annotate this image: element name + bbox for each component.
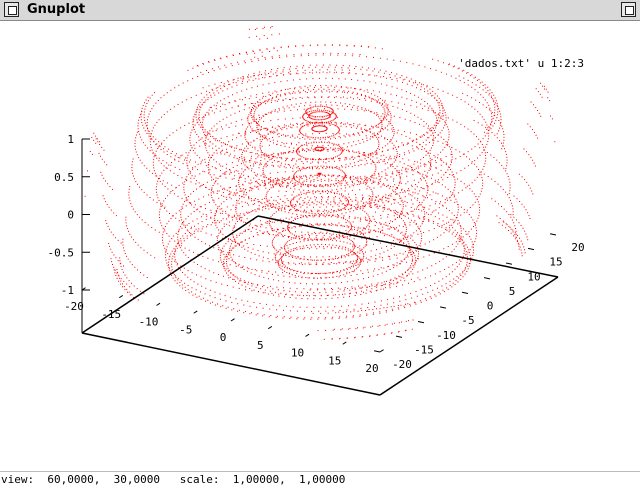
y-tick-mark <box>505 262 513 265</box>
x-tick-mark <box>193 310 198 314</box>
x-tick-label: -10 <box>139 316 159 329</box>
x-tick-mark <box>118 294 124 299</box>
legend-label: 'dados.txt' u 1:2:3 <box>458 57 584 70</box>
z-tick-label: -0.5 <box>48 246 75 259</box>
x-tick-label: 15 <box>328 354 341 367</box>
window-title: Gnuplot <box>27 2 86 17</box>
x-tick-label: 5 <box>257 339 264 352</box>
y-tick-mark <box>483 277 491 280</box>
y-tick-mark <box>395 335 403 338</box>
y-tick-label: 10 <box>527 270 540 283</box>
x-tick-mark <box>305 333 310 337</box>
y-tick-label: -20 <box>392 358 412 371</box>
y-tick-mark <box>417 321 425 324</box>
y-tick-label: -15 <box>414 343 434 356</box>
z-tick-label: 0 <box>67 209 74 222</box>
y-tick-mark <box>373 350 381 353</box>
x-tick-label: -20 <box>64 300 84 313</box>
y-tick-mark <box>527 247 535 251</box>
x-tick-mark <box>156 302 161 306</box>
window-menu-button[interactable] <box>4 2 19 17</box>
y-axis-line <box>379 276 559 396</box>
y-tick-mark <box>439 306 447 309</box>
axis-ticks: -20-15-10-505101520 -20-15-10-50510152010… <box>48 133 585 375</box>
x-tick-mark <box>267 325 273 330</box>
data-points <box>84 26 556 340</box>
y-tick-label: -5 <box>461 314 474 327</box>
z-tick-label: 1 <box>67 133 74 146</box>
x-tick-mark <box>379 349 384 353</box>
y-tick-label: 5 <box>509 285 516 298</box>
x-tick-label: -5 <box>179 323 192 336</box>
y-tick-label: -10 <box>436 329 456 342</box>
window-titlebar: Gnuplot <box>0 0 640 21</box>
status-bar: view: 60,0000, 30,0000 scale: 1,00000, 1… <box>0 471 640 491</box>
z-tick-label: -1 <box>61 284 74 297</box>
y-tick-mark <box>461 291 469 294</box>
y-tick-label: 0 <box>487 300 494 313</box>
x-tick-mark <box>342 341 347 345</box>
x-tick-label: 0 <box>220 331 227 344</box>
z-tick-label: 0.5 <box>54 171 74 184</box>
y-tick-label: 15 <box>549 256 562 269</box>
surface-points <box>84 26 556 340</box>
x-tick-label: 20 <box>365 362 378 375</box>
x-tick-label: 10 <box>291 347 304 360</box>
gnuplot-3d-plot: -20-15-10-505101520 -20-15-10-50510152010… <box>48 26 585 396</box>
x-tick-label: -15 <box>101 308 121 321</box>
axes <box>81 139 559 396</box>
y-tick-mark <box>549 233 557 236</box>
y-tick-label: 20 <box>571 241 584 254</box>
window-maximize-button[interactable] <box>621 2 636 17</box>
x-tick-mark <box>230 318 235 322</box>
